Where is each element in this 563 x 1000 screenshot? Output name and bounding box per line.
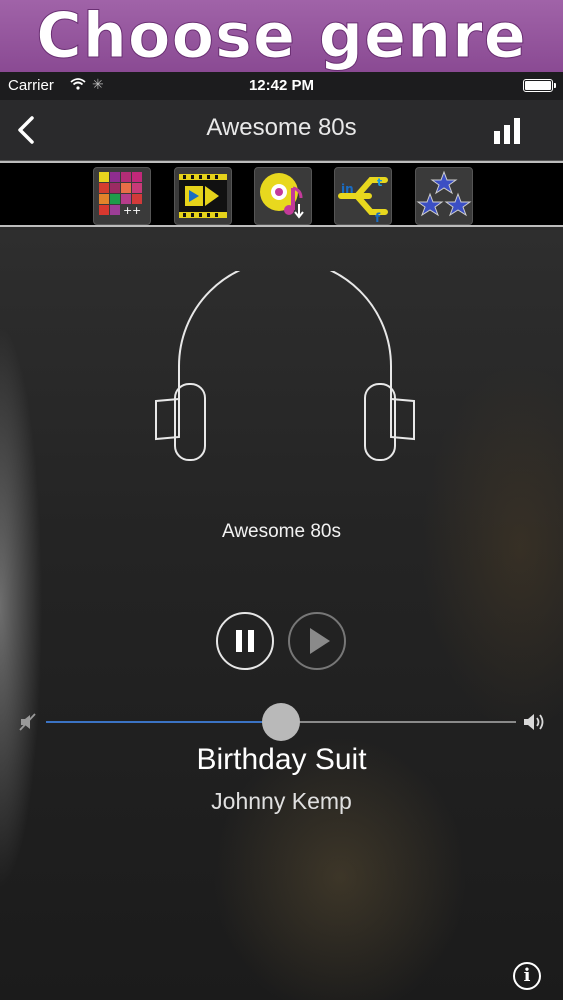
volume-slider-thumb[interactable]	[262, 703, 300, 741]
volume-slider[interactable]	[46, 703, 516, 741]
nav-title: Awesome 80s	[206, 114, 357, 141]
music-download-app-icon[interactable]	[254, 167, 312, 225]
player-area: Awesome 80s Birthday Suit Johnny Kemp i	[0, 227, 563, 1000]
headphones-icon	[150, 259, 420, 471]
color-grid-app-icon[interactable]: + +	[93, 167, 151, 225]
banner-title: Choose genre	[36, 0, 527, 72]
status-bar: Carrier ✳ 12:42 PM	[0, 72, 563, 100]
volume-mute-icon	[18, 712, 38, 732]
svg-text:t: t	[377, 176, 382, 189]
play-button[interactable]	[288, 612, 346, 670]
navigation-bar: Awesome 80s	[0, 100, 563, 161]
info-icon[interactable]: i	[513, 962, 541, 990]
video-film-app-icon[interactable]	[174, 167, 232, 225]
stars-app-icon[interactable]	[415, 167, 473, 225]
song-artist: Johnny Kemp	[211, 788, 352, 814]
svg-text:f: f	[375, 211, 381, 224]
svg-text:in: in	[341, 182, 354, 196]
volume-max-icon	[522, 711, 548, 733]
volume-slider-fill	[46, 721, 281, 723]
social-share-app-icon[interactable]: in t f	[334, 167, 392, 225]
pause-button[interactable]	[216, 612, 274, 670]
song-title: Birthday Suit	[196, 743, 367, 776]
svg-text:+: +	[132, 204, 141, 217]
status-time: 12:42 PM	[248, 77, 315, 94]
promo-banner: Choose genre	[0, 0, 563, 72]
battery-icon	[523, 79, 556, 92]
app-icon-strip: + + in t f	[0, 161, 563, 227]
station-name: Awesome 80s	[222, 521, 341, 542]
svg-text:+: +	[123, 204, 132, 217]
stats-bars-icon[interactable]	[493, 118, 523, 144]
